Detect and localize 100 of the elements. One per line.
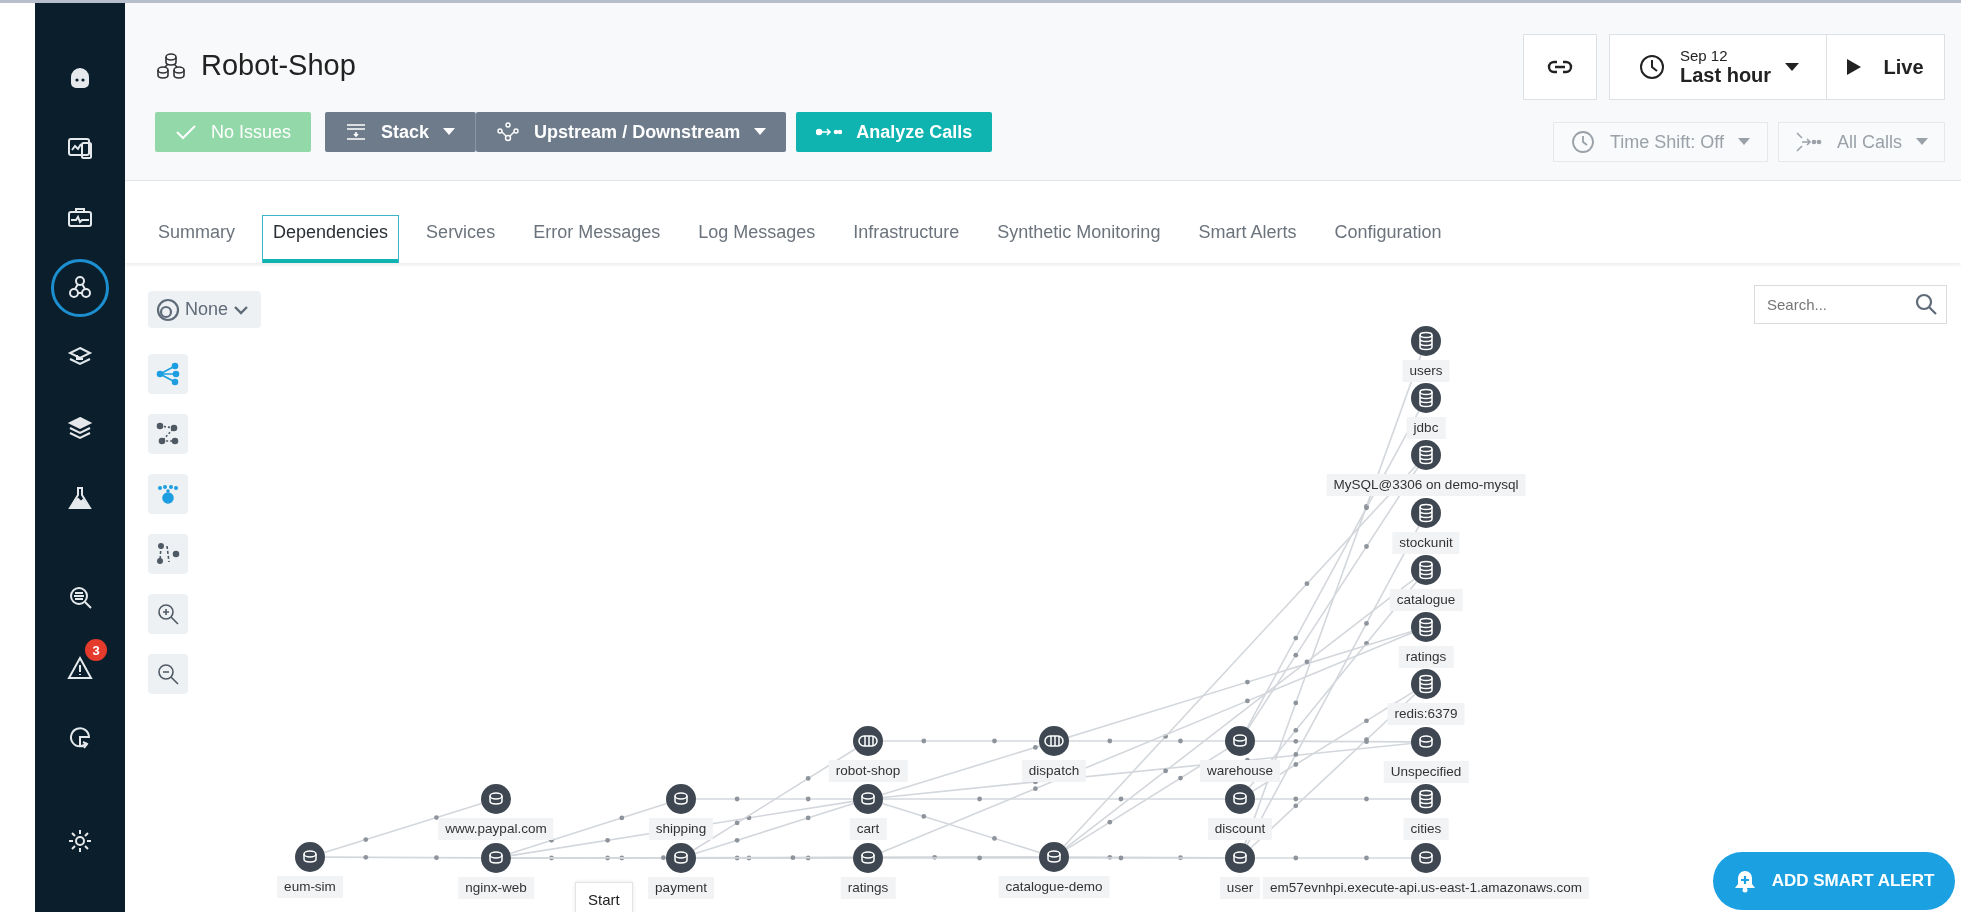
chevron-down-icon [233,304,250,315]
database-node-icon[interactable] [1411,440,1441,470]
tab[interactable]: Dependencies [262,215,400,263]
clock-icon [1638,53,1666,81]
zoom-in-button[interactable] [148,594,188,634]
nodes-icon [496,122,521,142]
search-field[interactable]: Search... [1754,285,1947,324]
arrow-dots-icon [816,126,843,138]
zoom-out-icon [156,662,180,686]
node-label: dispatch [1021,760,1087,782]
date-label: Sep 12 [1680,47,1728,65]
tab[interactable]: Services [415,215,507,263]
node-label: cities [1403,818,1449,840]
node-label: warehouse [1200,760,1280,782]
node-label: catalogue-demo [998,876,1110,898]
tab[interactable]: Error Messages [522,215,672,263]
node-label: redis:6379 [1387,703,1465,725]
bell-plus-icon [1733,869,1756,893]
database-node-icon[interactable] [1411,612,1441,642]
focus-dots-icon [156,482,180,506]
play-icon [1847,59,1862,75]
check-icon [175,124,197,140]
service-node-icon[interactable] [1225,784,1255,814]
group-icon [156,297,180,322]
service-node-icon[interactable] [1225,843,1255,873]
service-node-icon[interactable] [853,843,883,873]
node-label: robot-shop [828,760,908,782]
node-label: users [1402,360,1450,382]
node-label: ratings [1398,646,1454,668]
queue-node-icon[interactable] [1039,726,1069,756]
tab[interactable]: Infrastructure [842,215,971,263]
caret-icon [1785,62,1800,72]
graph-icon [156,422,180,446]
analyze-calls-button[interactable]: Analyze Calls [796,112,993,152]
node-label: payment [648,877,714,899]
caret-icon [754,128,767,136]
time-range-label: Last hour [1680,64,1772,87]
dropdown-button[interactable]: Upstream / Downstream [476,112,787,152]
node-label: Unspecified [1383,761,1469,783]
service-node-icon[interactable] [295,842,325,872]
tab[interactable]: Synthetic Monitoring [986,215,1172,263]
node-label: shipping [648,818,714,840]
tab[interactable]: Summary [147,215,246,263]
node-label: MySQL@3306 on demo-mysql [1326,474,1526,496]
service-node-icon[interactable] [481,784,511,814]
time-range-dropdown[interactable]: Sep 12 Last hour [1609,34,1827,100]
tab[interactable]: Smart Alerts [1187,215,1308,263]
dropdown-button[interactable]: Stack [325,112,477,152]
path-tool-button[interactable] [148,534,188,574]
stack-icon [345,122,368,142]
node-label: cart [849,818,887,840]
node-label: stockunit [1392,532,1460,554]
node-label: discount [1207,818,1273,840]
caret-icon [443,128,456,136]
database-node-icon[interactable] [1411,498,1441,528]
node-label: www.paypal.com [438,818,554,840]
tab[interactable]: Log Messages [687,215,827,263]
service-node-icon[interactable] [481,843,511,873]
focus-tool-button[interactable] [148,474,188,514]
cluster-icon [155,50,187,81]
sidebar-item[interactable] [51,259,109,317]
node-label: catalogue [1389,589,1463,611]
service-node-icon[interactable] [666,784,696,814]
service-node-icon[interactable] [666,843,696,873]
zoom-out-button[interactable] [148,654,188,694]
node-label: ratings [840,877,896,899]
path-icon [156,542,180,566]
service-node-icon[interactable] [1225,726,1255,756]
notification-badge: 3 [85,639,107,661]
layout-tool-button[interactable] [148,354,188,394]
node-label: nginx-web [458,877,534,899]
service-node-icon[interactable] [1411,727,1441,757]
live-button[interactable]: Live [1827,34,1945,100]
database-node-icon[interactable] [1411,669,1441,699]
database-node-icon[interactable] [1411,555,1441,585]
page-title: Robot-Shop [201,49,356,82]
tree-layout-icon [156,362,180,386]
database-node-icon[interactable] [1411,784,1441,814]
node-label: eum-sim [277,876,343,898]
zoom-in-icon [156,602,180,626]
service-node-icon[interactable] [1039,842,1069,872]
add-smart-alert-button[interactable]: ADD SMART ALERT [1713,852,1955,910]
search-icon [1915,293,1937,315]
database-node-icon[interactable] [1411,326,1441,356]
node-label: jdbc [1406,417,1446,439]
arrow-dots-icon [1795,131,1823,153]
database-node-icon[interactable] [1411,383,1441,413]
clock-icon [1570,129,1596,155]
group-by-dropdown[interactable]: None [148,291,262,328]
tab[interactable]: Configuration [1323,215,1453,263]
caret-icon [1916,138,1928,146]
service-node-icon[interactable] [853,784,883,814]
node-label: user [1219,877,1261,899]
graph-tool-button[interactable] [148,414,188,454]
link-button[interactable] [1523,34,1597,100]
service-node-icon[interactable] [1411,843,1441,873]
node-label: em57evnhpi.execute-api.us-east-1.amazonaws.com [1262,877,1590,899]
queue-node-icon[interactable] [853,726,883,756]
caret-icon [1738,138,1751,146]
tooltip: Start [575,882,633,912]
